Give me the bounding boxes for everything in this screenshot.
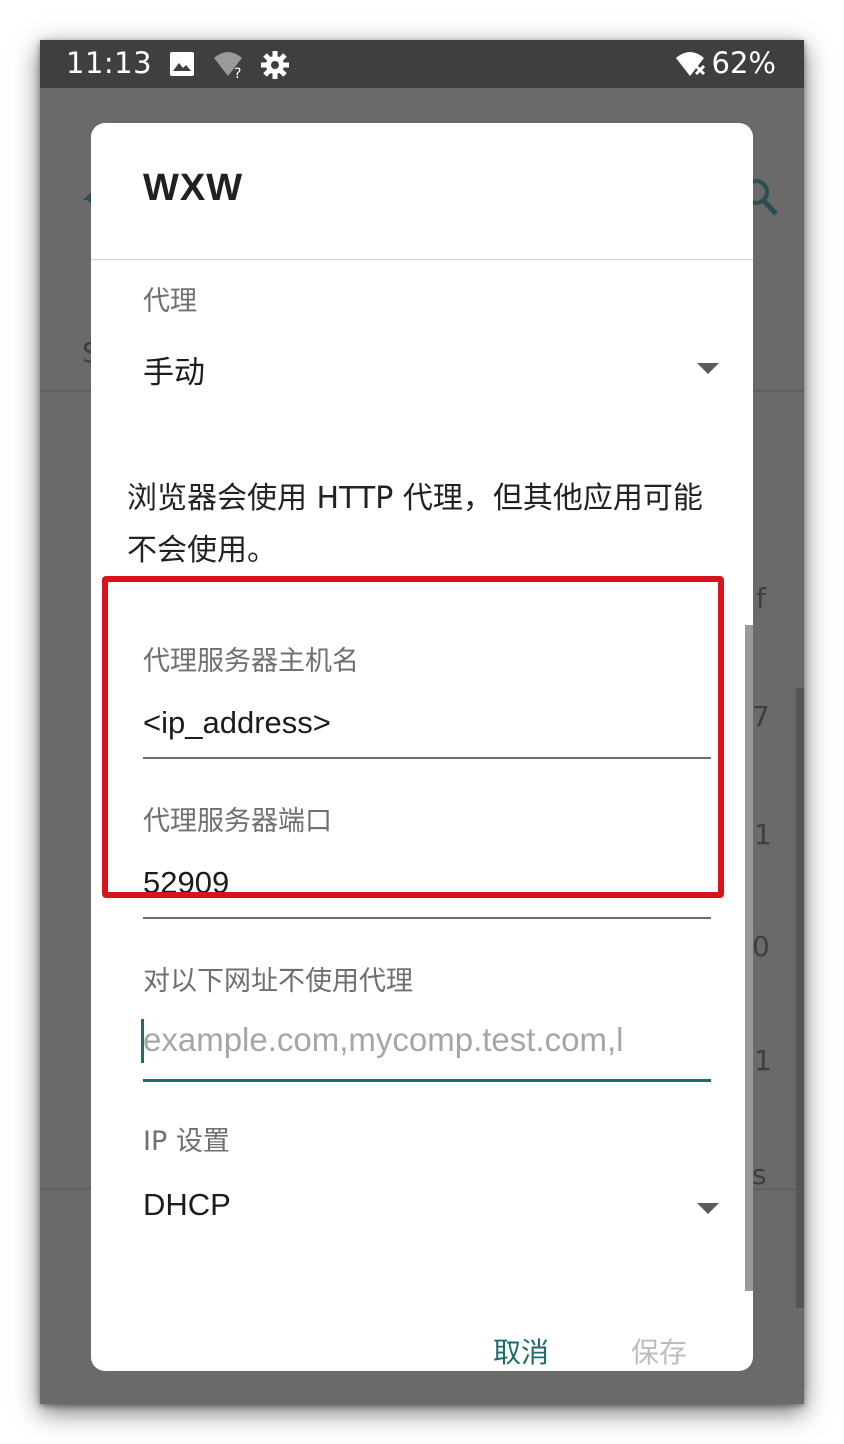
battery-percentage: 62%	[711, 46, 776, 80]
dropdown-arrow-icon	[697, 363, 719, 374]
title-divider	[91, 259, 753, 260]
background-text: 1	[754, 818, 772, 851]
dropdown-arrow-icon	[697, 1203, 719, 1214]
cancel-button[interactable]: 取消	[493, 1331, 549, 1371]
proxy-label: 代理	[143, 286, 197, 317]
proxy-port-underline	[143, 917, 711, 919]
proxy-note: 浏览器会使用 HTTP 代理，但其他应用可能不会使用。	[127, 481, 703, 568]
bypass-underline	[143, 1079, 711, 1082]
ip-settings-value: DHCP	[143, 1187, 231, 1222]
bypass-placeholder: example.com,mycomp.test.com,l	[143, 1021, 624, 1058]
background-scrollbar	[796, 688, 804, 1308]
ip-settings-dropdown[interactable]: DHCP	[131, 1173, 731, 1243]
bypass-input[interactable]: example.com,mycomp.test.com,l	[91, 1013, 753, 1083]
background-text: 1	[754, 1044, 772, 1077]
status-bar: 11:13 ? 62%	[40, 40, 804, 88]
status-time: 11:13	[66, 46, 153, 80]
svg-text:?: ?	[234, 66, 241, 80]
proxy-value: 手动	[143, 355, 205, 391]
background-text: 0	[752, 930, 770, 963]
ip-settings-label: IP 设置	[143, 1126, 230, 1157]
dialog-title: WXW	[143, 167, 244, 209]
background-text: f	[756, 582, 766, 615]
bypass-label: 对以下网址不使用代理	[143, 966, 413, 997]
wifi-off-icon	[674, 50, 710, 84]
dialog-scrollbar[interactable]	[745, 625, 753, 1291]
save-button[interactable]: 保存	[631, 1331, 687, 1371]
proxy-dropdown[interactable]: 手动	[131, 333, 731, 403]
settings-gear-icon	[260, 50, 290, 84]
highlight-box	[102, 576, 724, 898]
background-text: s	[752, 1158, 767, 1191]
background-text: 7	[752, 700, 770, 733]
image-icon	[168, 50, 196, 82]
wifi-question-icon: ?	[212, 50, 248, 84]
